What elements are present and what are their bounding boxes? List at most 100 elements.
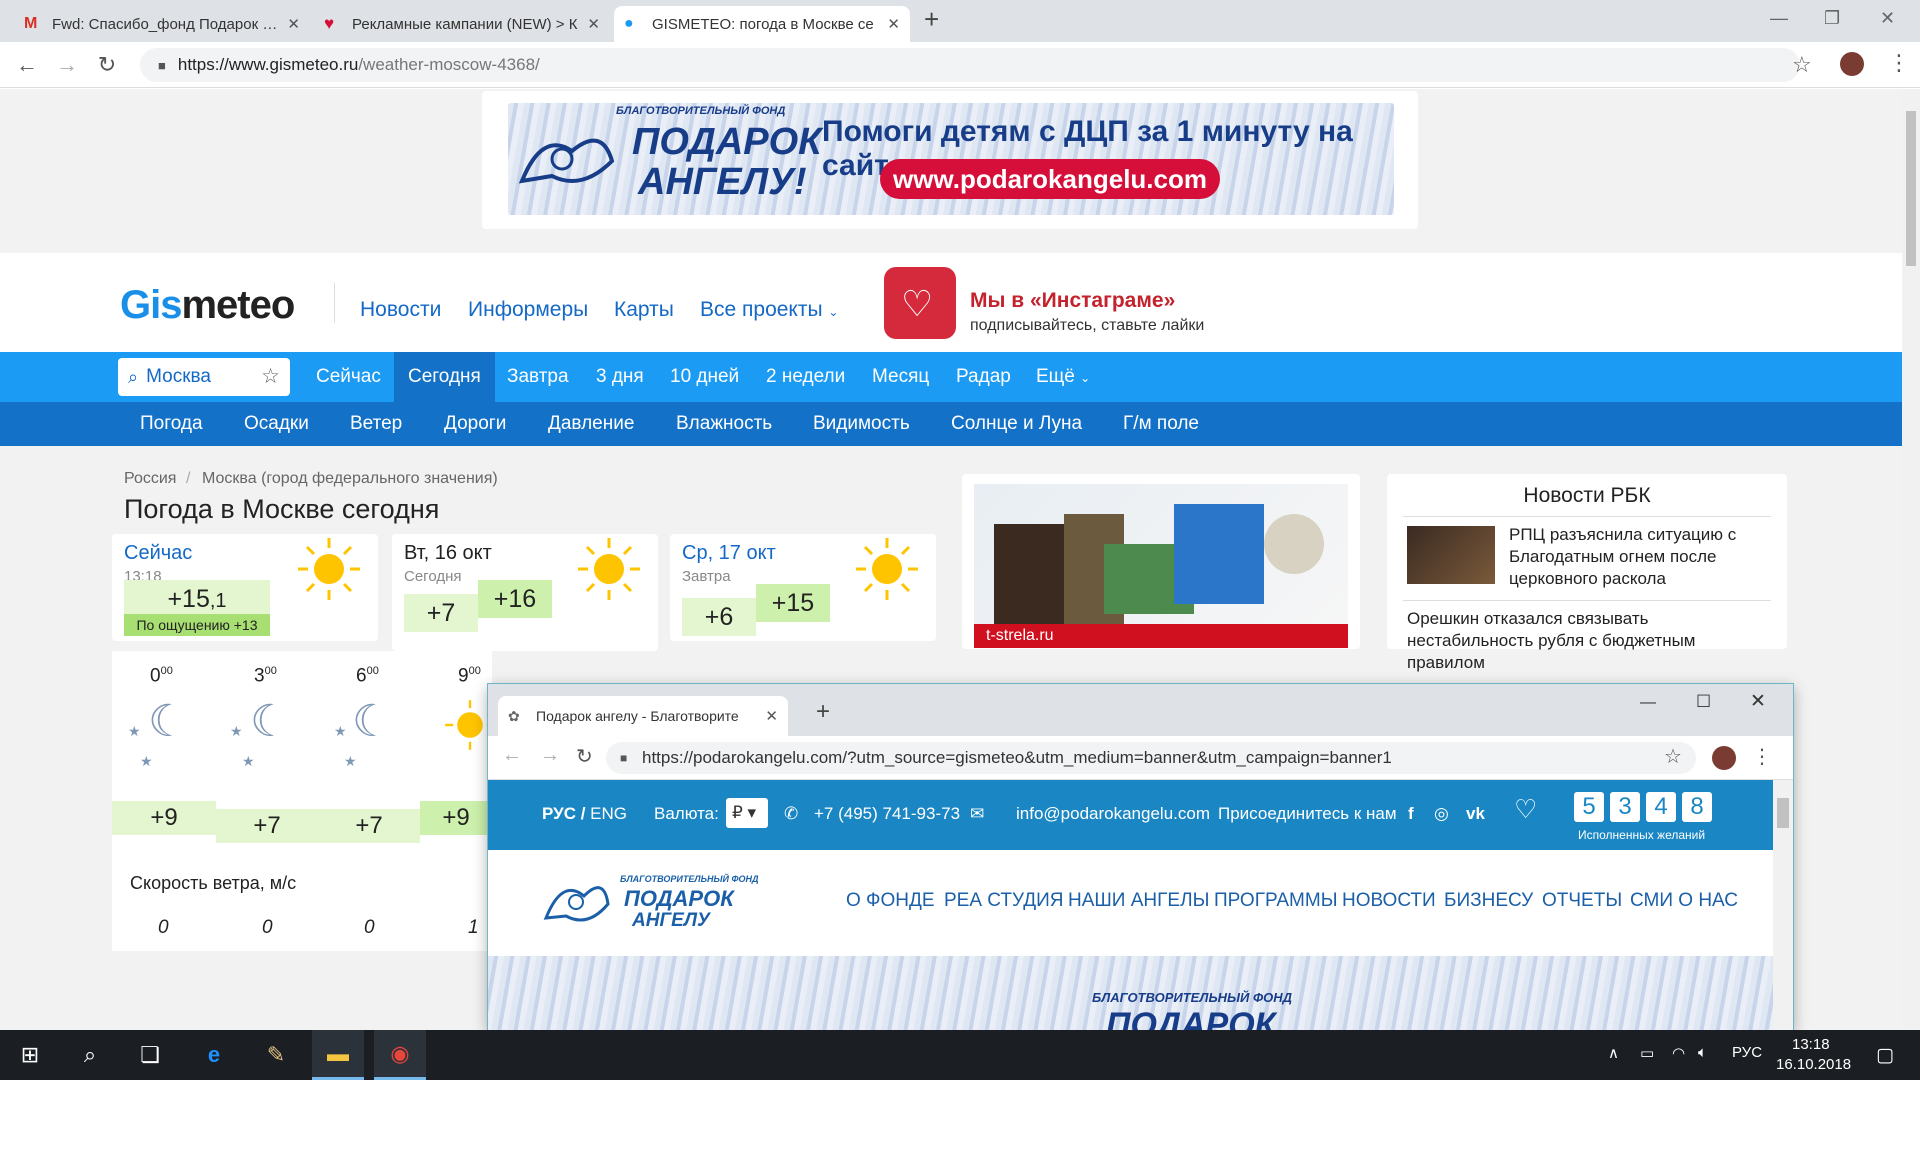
insta-title[interactable]: Мы в «Инстаграме» <box>970 289 1175 313</box>
top-ad-banner[interactable]: БЛАГОТВОРИТЕЛЬНЫЙ ФОНД ПОДАРОК АНГЕЛУ! П… <box>482 91 1418 229</box>
facebook-icon[interactable]: f <box>1408 804 1414 824</box>
nav-media[interactable]: СМИ О НАС <box>1630 890 1738 912</box>
notifications-icon[interactable]: ▢ <box>1876 1044 1894 1067</box>
task-view-icon[interactable]: ❏ <box>124 1030 176 1080</box>
avatar[interactable] <box>1712 746 1736 770</box>
param-sun-moon[interactable]: Солнце и Луна <box>951 402 1082 446</box>
close-tab-icon[interactable]: ✕ <box>887 15 900 33</box>
menu-dots-icon[interactable]: ⋮ <box>1752 744 1772 769</box>
back-button[interactable]: ← <box>14 52 40 78</box>
tab-2-weeks[interactable]: 2 недели <box>752 352 859 402</box>
nav-programs[interactable]: ПРОГРАММЫ <box>1214 890 1338 912</box>
card-tomorrow[interactable]: Ср, 17 окт Завтра +6 +15 <box>670 534 936 641</box>
param-roads[interactable]: Дороги <box>444 402 506 446</box>
scrollbar-thumb[interactable] <box>1777 798 1789 828</box>
news-item[interactable]: РПЦ разъяснила ситуацию с Благодатным ог… <box>1509 524 1779 590</box>
popup-address-bar[interactable]: ■ https://podarokangelu.com/?utm_source=… <box>606 742 1696 774</box>
page-scrollbar[interactable] <box>1902 89 1920 1030</box>
email-link[interactable]: info@podarokangelu.com <box>1016 804 1210 824</box>
new-tab-button[interactable]: + <box>924 4 939 35</box>
clock-time[interactable]: 13:18 <box>1792 1036 1830 1053</box>
nav-maps[interactable]: Карты <box>614 298 674 322</box>
tab-today[interactable]: Сегодня <box>394 352 495 402</box>
search-icon[interactable]: ⌕ <box>64 1030 116 1080</box>
battery-icon[interactable]: ▭ <box>1640 1044 1654 1062</box>
param-pressure[interactable]: Давление <box>548 402 634 446</box>
clock-date[interactable]: 16.10.2018 <box>1776 1056 1851 1073</box>
paint-icon[interactable]: ✎ <box>250 1030 302 1080</box>
heart-wish-icon[interactable]: ♡ <box>1514 794 1537 825</box>
popup-tab[interactable]: ✿ Подарок ангелу - Благотворите ✕ <box>498 696 788 736</box>
favorite-star-icon[interactable]: ☆ <box>261 364 280 389</box>
browser-tab-gmail[interactable]: M Fwd: Спасибо_фонд Подарок Ан ✕ <box>14 6 310 42</box>
side-ad[interactable]: t-strela.ru <box>962 474 1360 649</box>
address-bar[interactable]: ■ https://www.gismeteo.ru/weather-moscow… <box>140 48 1800 82</box>
news-item[interactable]: Орешкин отказался связывать нестабильнос… <box>1407 608 1777 674</box>
breadcrumb-country[interactable]: Россия <box>124 470 176 488</box>
nav-rea-studio[interactable]: РЕА СТУДИЯ <box>944 890 1063 912</box>
instagram-heart-icon[interactable]: ♡ <box>884 267 956 339</box>
nav-news[interactable]: Новости <box>360 298 441 322</box>
nav-our-angels[interactable]: НАШИ АНГЕЛЫ <box>1068 890 1209 912</box>
gismeteo-logo[interactable]: Gismeteo <box>120 283 295 328</box>
chrome-icon[interactable]: ◉ <box>374 1030 426 1080</box>
bookmark-star-icon[interactable]: ☆ <box>1792 52 1812 78</box>
input-language[interactable]: РУС <box>1732 1044 1762 1061</box>
card-now[interactable]: Сейчас 13:18 +15,1 По ощущению +13 <box>112 534 378 641</box>
scrollbar-thumb[interactable] <box>1906 111 1916 266</box>
currency-select[interactable]: ₽ ▾ <box>726 798 768 828</box>
tab-month[interactable]: Месяц <box>858 352 943 402</box>
tab-3-days[interactable]: 3 дня <box>582 352 658 402</box>
breadcrumb-city[interactable]: Москва (город федерального значения) <box>202 470 498 488</box>
card-today[interactable]: Вт, 16 окт Сегодня +7 +16 <box>392 534 658 651</box>
phone-number[interactable]: +7 (495) 741-93-73 <box>814 804 960 824</box>
reload-button[interactable]: ↻ <box>576 744 593 769</box>
tab-now[interactable]: Сейчас <box>302 352 395 402</box>
param-weather[interactable]: Погода <box>140 402 203 446</box>
nav-about[interactable]: О ФОНДЕ <box>846 890 935 912</box>
param-geomag[interactable]: Г/м поле <box>1123 402 1199 446</box>
start-windows-icon[interactable]: ⊞ <box>4 1030 56 1080</box>
nav-business[interactable]: БИЗНЕСУ <box>1444 890 1533 912</box>
vk-icon[interactable]: vk <box>1466 804 1485 824</box>
tab-radar[interactable]: Радар <box>942 352 1025 402</box>
tab-tomorrow[interactable]: Завтра <box>493 352 583 402</box>
new-tab-button[interactable]: + <box>816 698 830 726</box>
instagram-icon[interactable]: ◎ <box>1434 804 1449 824</box>
avatar[interactable] <box>1840 52 1864 76</box>
lang-switch[interactable]: РУС / ENG <box>542 804 627 824</box>
popup-scrollbar[interactable] <box>1773 780 1793 1030</box>
browser-tab-ads[interactable]: ♥ Рекламные кампании (NEW) > К ✕ <box>314 6 610 42</box>
param-visibility[interactable]: Видимость <box>813 402 910 446</box>
param-wind[interactable]: Ветер <box>350 402 402 446</box>
bookmark-star-icon[interactable]: ☆ <box>1664 744 1682 769</box>
nav-informers[interactable]: Информеры <box>468 298 588 322</box>
maximize-icon[interactable]: ☐ <box>1696 692 1711 712</box>
file-explorer-icon[interactable]: ▬ <box>312 1030 364 1080</box>
menu-dots-icon[interactable]: ⋮ <box>1888 50 1910 76</box>
param-humidity[interactable]: Влажность <box>676 402 772 446</box>
back-button[interactable]: ← <box>502 744 522 767</box>
reload-button[interactable]: ↻ <box>94 52 120 78</box>
browser-tab-gismeteo[interactable]: ● GISMETEO: погода в Москве се ✕ <box>614 6 910 42</box>
tray-chevron-icon[interactable]: ∧ <box>1608 1044 1619 1062</box>
minimize-icon[interactable]: — <box>1770 8 1788 29</box>
news-thumbnail[interactable] <box>1407 526 1495 584</box>
maximize-icon[interactable]: ❐ <box>1824 8 1840 29</box>
close-tab-icon[interactable]: ✕ <box>765 707 778 725</box>
tab-10-days[interactable]: 10 дней <box>656 352 753 402</box>
close-tab-icon[interactable]: ✕ <box>587 15 600 33</box>
volume-icon[interactable]: 🔈︎ <box>1698 1044 1707 1061</box>
close-tab-icon[interactable]: ✕ <box>287 15 300 33</box>
angel-logo-icon[interactable] <box>540 872 610 936</box>
forward-button[interactable]: → <box>54 52 80 78</box>
nav-news[interactable]: НОВОСТИ <box>1342 890 1436 912</box>
city-search-input[interactable]: ⌕ Москва ☆ <box>118 358 290 396</box>
tab-more[interactable]: Ещё ⌄ <box>1022 352 1104 402</box>
edge-icon[interactable]: e <box>188 1030 240 1080</box>
forward-button[interactable]: → <box>540 744 560 767</box>
nav-all-projects[interactable]: Все проекты ⌄ <box>700 298 838 322</box>
close-window-icon[interactable]: ✕ <box>1880 8 1895 29</box>
wifi-icon[interactable]: ◠ <box>1672 1044 1685 1062</box>
param-precip[interactable]: Осадки <box>244 402 309 446</box>
